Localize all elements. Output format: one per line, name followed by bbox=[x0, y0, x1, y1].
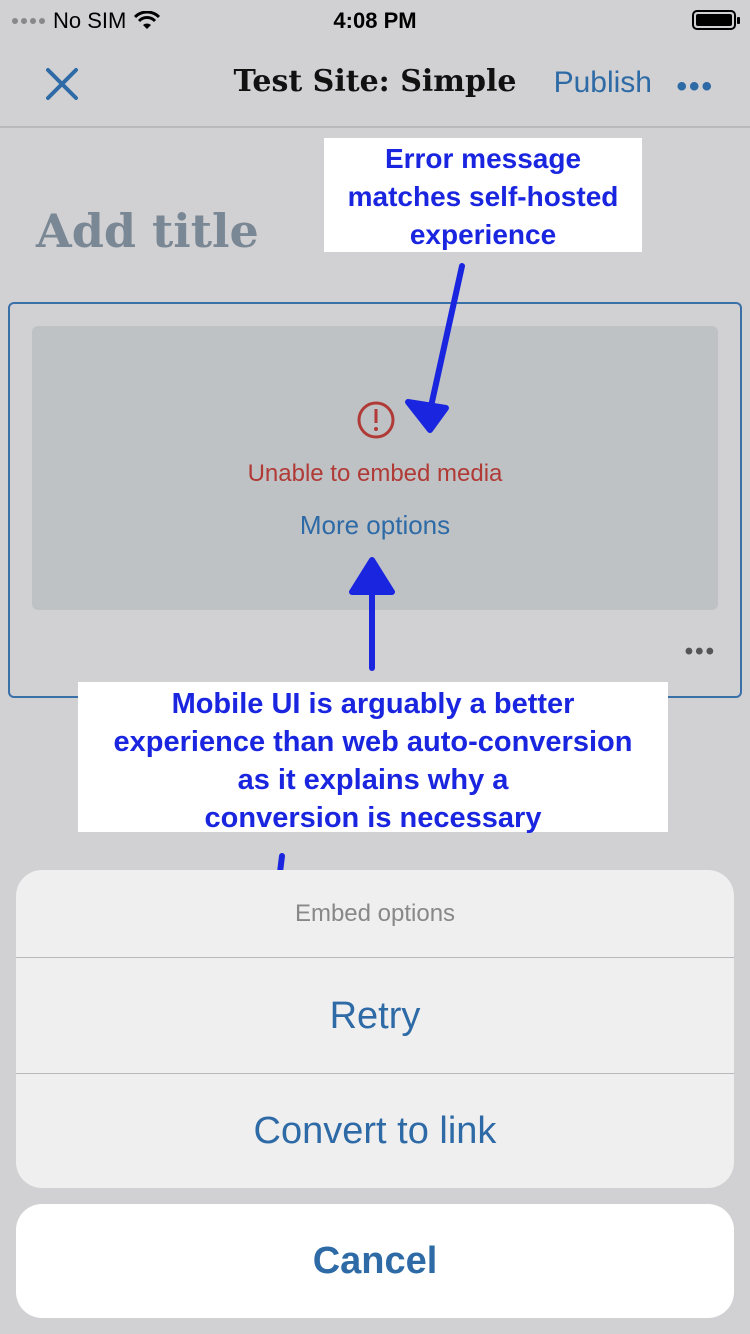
retry-button[interactable]: Retry bbox=[16, 959, 734, 1074]
embed-options-sheet: Embed options Retry Convert to link bbox=[16, 870, 734, 1188]
annotation-line: experience than web auto-conversion bbox=[113, 726, 633, 758]
more-options-link[interactable]: More options bbox=[32, 510, 718, 541]
annotation-error-message: Error message matches self-hosted experi… bbox=[324, 138, 642, 252]
error-icon bbox=[357, 401, 395, 439]
annotation-line: conversion is necessary bbox=[204, 802, 542, 834]
embed-block[interactable]: Unable to embed media More options ••• bbox=[8, 302, 742, 698]
annotation-line: experience bbox=[409, 219, 557, 250]
annotation-line: Error message bbox=[384, 143, 582, 174]
convert-to-link-button[interactable]: Convert to link bbox=[16, 1074, 734, 1188]
annotation-line: as it explains why a bbox=[237, 764, 509, 796]
block-settings-button[interactable]: ••• bbox=[685, 638, 716, 666]
more-menu-button[interactable]: ••• bbox=[676, 70, 714, 104]
annotation-line: matches self-hosted bbox=[347, 181, 619, 212]
sheet-title: Embed options bbox=[16, 870, 734, 958]
post-title-field[interactable]: Add title bbox=[36, 204, 259, 258]
annotation-line: Mobile UI is arguably a better bbox=[171, 688, 575, 720]
battery-icon bbox=[692, 10, 740, 30]
cancel-button[interactable]: Cancel bbox=[16, 1204, 734, 1318]
status-time: 4:08 PM bbox=[333, 8, 417, 33]
editor-nav-bar: Test Site: Simple Publish ••• bbox=[0, 40, 750, 128]
embed-placeholder: Unable to embed media More options bbox=[32, 326, 718, 610]
status-bar: No SIM 4:08 PM bbox=[0, 0, 750, 40]
annotation-mobile-ui: Mobile UI is arguably a better experienc… bbox=[78, 682, 668, 834]
publish-button[interactable]: Publish bbox=[554, 66, 652, 100]
embed-error-message: Unable to embed media bbox=[247, 460, 503, 487]
